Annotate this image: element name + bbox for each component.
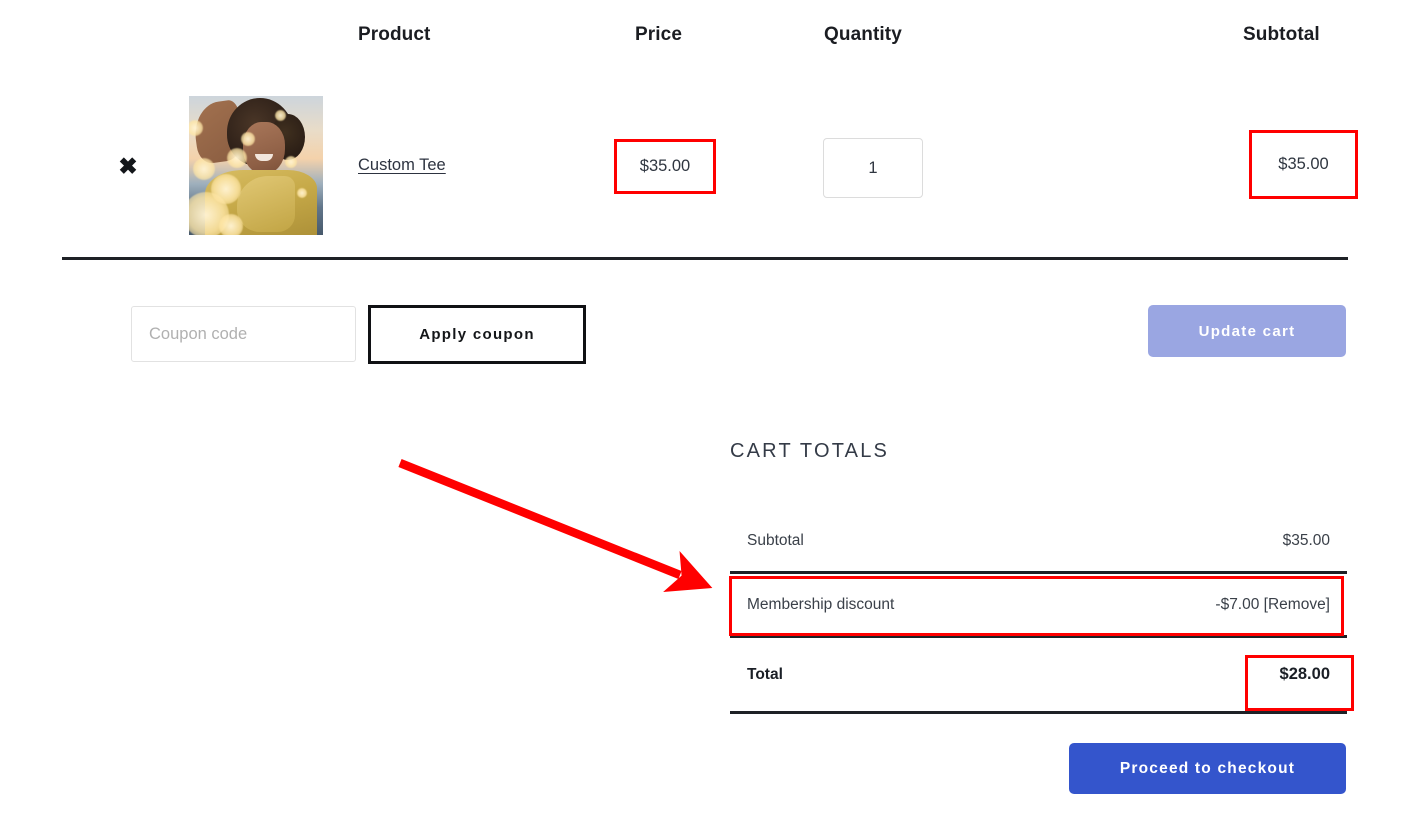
apply-coupon-button[interactable]: Apply coupon (368, 305, 586, 364)
product-name-link[interactable]: Custom Tee (358, 156, 446, 175)
remove-item-button[interactable]: ✖ (113, 150, 143, 182)
row-divider (62, 257, 1348, 260)
totals-row-membership-discount[interactable]: Membership discount -$7.00 [Remove] (730, 574, 1347, 638)
bokeh-light (275, 110, 286, 121)
cart-totals-table: Subtotal $35.00 Membership discount -$7.… (730, 510, 1347, 714)
totals-value-with-remove-link[interactable]: -$7.00 [Remove] (1215, 596, 1347, 614)
totals-row-total: Total $28.00 (730, 638, 1347, 714)
quantity-input[interactable]: 1 (823, 138, 923, 198)
close-x-icon: ✖ (118, 152, 138, 179)
bokeh-light (241, 132, 255, 146)
totals-label: Total (747, 665, 783, 683)
cart-totals-title: CART TOTALS (730, 440, 890, 462)
subtotal-cell: $35.00 (1278, 155, 1329, 173)
thumbnail-face (243, 122, 285, 174)
thumbnail-garment-fold (237, 176, 295, 232)
totals-label: Subtotal (747, 531, 804, 549)
bokeh-light (211, 174, 241, 204)
totals-value: $28.00 (1279, 665, 1330, 683)
product-thumbnail[interactable] (189, 96, 323, 235)
bokeh-light (297, 188, 307, 198)
update-cart-button[interactable]: Update cart (1148, 305, 1346, 357)
totals-value: $35.00 (1282, 531, 1330, 549)
bokeh-light (227, 148, 247, 168)
totals-row-subtotal: Subtotal $35.00 (730, 510, 1347, 574)
proceed-to-checkout-button[interactable]: Proceed to checkout (1069, 743, 1346, 794)
coupon-code-input[interactable] (131, 306, 356, 362)
cart-page: Product Price Quantity Subtotal ✖ Custom… (0, 0, 1428, 831)
bokeh-light (219, 214, 243, 235)
price-cell: $35.00 (639, 157, 691, 175)
bokeh-light (193, 158, 215, 180)
bokeh-light (285, 156, 297, 168)
totals-label: Membership discount (747, 595, 895, 613)
